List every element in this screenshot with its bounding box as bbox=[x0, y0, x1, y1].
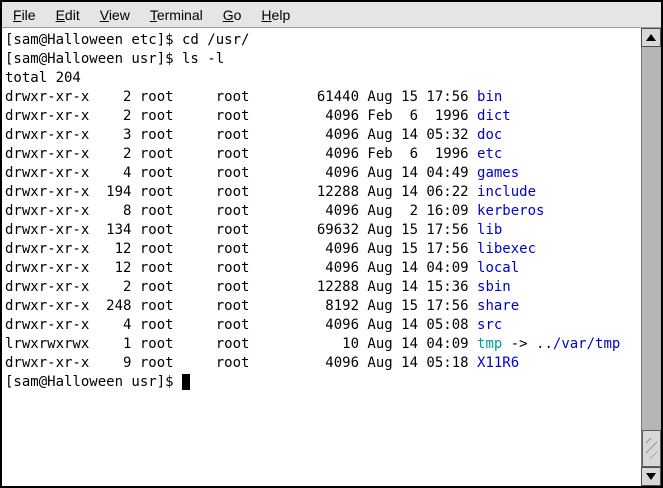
terminal-text: drwxr-xr-x 194 root root 12288 Aug 14 06… bbox=[5, 184, 477, 200]
menu-item-mnemonic: V bbox=[100, 7, 109, 23]
directory-name: bin bbox=[477, 89, 502, 105]
scrollbar-track[interactable] bbox=[641, 47, 661, 467]
directory-name: include bbox=[477, 184, 536, 200]
terminal-line: lrwxrwxrwx 1 root root 10 Aug 14 04:09 t… bbox=[5, 335, 641, 354]
terminal-text: drwxr-xr-x 134 root root 69632 Aug 15 17… bbox=[5, 222, 477, 238]
terminal-text: drwxr-xr-x 2 root root 61440 Aug 15 17:5… bbox=[5, 89, 477, 105]
terminal-text: drwxr-xr-x 12 root root 4096 Aug 14 04:0… bbox=[5, 260, 477, 276]
terminal-line: drwxr-xr-x 4 root root 4096 Aug 14 04:49… bbox=[5, 164, 641, 183]
terminal-line: drwxr-xr-x 3 root root 4096 Aug 14 05:32… bbox=[5, 126, 641, 145]
scrollbar-thumb[interactable] bbox=[642, 430, 661, 467]
terminal-text: drwxr-xr-x 248 root root 8192 Aug 15 17:… bbox=[5, 298, 477, 314]
terminal-line: drwxr-xr-x 194 root root 12288 Aug 14 06… bbox=[5, 183, 641, 202]
symlink-name: tmp bbox=[477, 336, 502, 352]
terminal-window: FileEditViewTerminalGoHelp [sam@Hallowee… bbox=[0, 0, 663, 488]
menu-item-help[interactable]: Help bbox=[251, 4, 300, 26]
directory-name: X11R6 bbox=[477, 355, 519, 371]
directory-name: lib bbox=[477, 222, 502, 238]
terminal-area: [sam@Halloween etc]$ cd /usr/ [sam@Hallow… bbox=[2, 28, 661, 486]
menu-item-terminal[interactable]: Terminal bbox=[140, 4, 213, 26]
terminal-line: drwxr-xr-x 134 root root 69632 Aug 15 17… bbox=[5, 221, 641, 240]
directory-name: sbin bbox=[477, 279, 511, 295]
text-cursor bbox=[182, 374, 190, 390]
arrow-down-icon bbox=[646, 473, 656, 480]
terminal-text: drwxr-xr-x 8 root root 4096 Aug 2 16:09 bbox=[5, 203, 477, 219]
terminal-line: drwxr-xr-x 8 root root 4096 Aug 2 16:09 … bbox=[5, 202, 641, 221]
directory-name: share bbox=[477, 298, 519, 314]
menu-item-mnemonic: T bbox=[150, 7, 157, 23]
menu-item-mnemonic: F bbox=[13, 7, 22, 23]
menu-item-go[interactable]: Go bbox=[213, 4, 252, 26]
menu-item-mnemonic: E bbox=[56, 7, 65, 23]
terminal-text: -> bbox=[502, 336, 536, 352]
directory-name: etc bbox=[477, 146, 502, 162]
terminal-text: [sam@Halloween etc]$ cd /usr/ bbox=[5, 32, 249, 48]
terminal-line: [sam@Halloween etc]$ cd /usr/ bbox=[5, 31, 641, 50]
terminal-line: drwxr-xr-x 248 root root 8192 Aug 15 17:… bbox=[5, 297, 641, 316]
terminal-text: [sam@Halloween usr]$ bbox=[5, 374, 182, 390]
directory-name: games bbox=[477, 165, 519, 181]
directory-name: doc bbox=[477, 127, 502, 143]
directory-name: kerberos bbox=[477, 203, 544, 219]
terminal-line: [sam@Halloween usr]$ ls -l bbox=[5, 50, 641, 69]
terminal-line: total 204 bbox=[5, 69, 641, 88]
terminal-line: drwxr-xr-x 2 root root 4096 Feb 6 1996 e… bbox=[5, 145, 641, 164]
menu-item-edit[interactable]: Edit bbox=[46, 4, 90, 26]
menu-bar: FileEditViewTerminalGoHelp bbox=[2, 2, 661, 28]
terminal-text: total 204 bbox=[5, 70, 81, 86]
terminal-line: [sam@Halloween usr]$ bbox=[5, 373, 641, 392]
terminal-line: drwxr-xr-x 2 root root 12288 Aug 14 15:3… bbox=[5, 278, 641, 297]
directory-name: ../var/tmp bbox=[536, 336, 620, 352]
thumb-grip-icon bbox=[646, 438, 657, 459]
menu-item-file[interactable]: File bbox=[3, 4, 46, 26]
terminal-line: drwxr-xr-x 12 root root 4096 Aug 15 17:5… bbox=[5, 240, 641, 259]
directory-name: src bbox=[477, 317, 502, 333]
terminal-text: drwxr-xr-x 2 root root 4096 Feb 6 1996 bbox=[5, 108, 477, 124]
terminal-line: drwxr-xr-x 12 root root 4096 Aug 14 04:0… bbox=[5, 259, 641, 278]
terminal-text: drwxr-xr-x 2 root root 12288 Aug 14 15:3… bbox=[5, 279, 477, 295]
menu-item-mnemonic: H bbox=[261, 7, 271, 23]
terminal-line: drwxr-xr-x 4 root root 4096 Aug 14 05:08… bbox=[5, 316, 641, 335]
menu-item-view[interactable]: View bbox=[90, 4, 140, 26]
directory-name: dict bbox=[477, 108, 511, 124]
scroll-down-button[interactable] bbox=[641, 467, 661, 486]
directory-name: libexec bbox=[477, 241, 536, 257]
terminal-text: drwxr-xr-x 3 root root 4096 Aug 14 05:32 bbox=[5, 127, 477, 143]
arrow-up-icon bbox=[646, 34, 656, 41]
terminal-text: drwxr-xr-x 2 root root 4096 Feb 6 1996 bbox=[5, 146, 477, 162]
terminal-text: drwxr-xr-x 9 root root 4096 Aug 14 05:18 bbox=[5, 355, 477, 371]
terminal-text: drwxr-xr-x 4 root root 4096 Aug 14 05:08 bbox=[5, 317, 477, 333]
terminal-output[interactable]: [sam@Halloween etc]$ cd /usr/ [sam@Hallow… bbox=[2, 28, 641, 486]
terminal-text: drwxr-xr-x 12 root root 4096 Aug 15 17:5… bbox=[5, 241, 477, 257]
directory-name: local bbox=[477, 260, 519, 276]
terminal-text: drwxr-xr-x 4 root root 4096 Aug 14 04:49 bbox=[5, 165, 477, 181]
terminal-line: drwxr-xr-x 2 root root 4096 Feb 6 1996 d… bbox=[5, 107, 641, 126]
terminal-line: drwxr-xr-x 9 root root 4096 Aug 14 05:18… bbox=[5, 354, 641, 373]
scrollbar bbox=[641, 28, 661, 486]
menu-item-mnemonic: G bbox=[223, 7, 234, 23]
scroll-up-button[interactable] bbox=[641, 28, 661, 47]
terminal-line: drwxr-xr-x 2 root root 61440 Aug 15 17:5… bbox=[5, 88, 641, 107]
terminal-text: lrwxrwxrwx 1 root root 10 Aug 14 04:09 bbox=[5, 336, 477, 352]
terminal-text: [sam@Halloween usr]$ ls -l bbox=[5, 51, 224, 67]
